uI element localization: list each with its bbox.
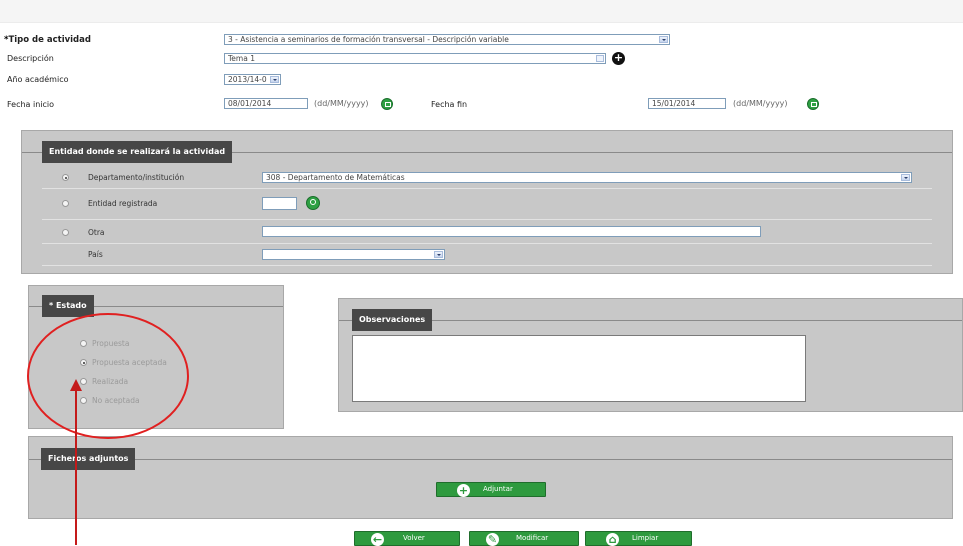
edit-icon: ✎ (486, 533, 499, 546)
tipo-actividad-text: Tipo de actividad (8, 35, 91, 45)
observaciones-legend-line (339, 320, 962, 321)
adjuntar-button[interactable]: + Adjuntar (436, 482, 546, 497)
modificar-label: Modificar (516, 534, 549, 542)
ficheros-legend: Ficheros adjuntos (41, 448, 136, 470)
calendar-icon[interactable] (807, 98, 819, 110)
entidad-registrada-label: Entidad registrada (88, 199, 158, 208)
otra-label: Otra (88, 228, 105, 237)
tipo-actividad-value: 3 - Asistencia a seminarios de formación… (228, 35, 509, 44)
chevron-down-icon (270, 76, 279, 83)
fecha-inicio-format-hint: (dd/MM/yyyy) (314, 99, 369, 108)
observaciones-legend: Observaciones (352, 309, 433, 331)
departamento-select[interactable]: 308 - Departamento de Matemáticas (262, 172, 912, 183)
fecha-inicio-value: 08/01/2014 (228, 99, 272, 108)
annotation-circle (27, 313, 189, 439)
radio-entidad-registrada[interactable] (62, 200, 69, 207)
top-bar (0, 0, 963, 23)
clear-icon: ⌂ (606, 533, 619, 546)
add-icon: + (457, 484, 470, 497)
search-icon[interactable] (306, 196, 320, 210)
fecha-fin-input[interactable]: 15/01/2014 (648, 98, 726, 109)
fecha-fin-format-hint: (dd/MM/yyyy) (733, 99, 788, 108)
volver-label: Volver (403, 534, 425, 542)
calendar-icon[interactable] (381, 98, 393, 110)
fecha-fin-value: 15/01/2014 (652, 99, 696, 108)
pais-select[interactable] (262, 249, 445, 260)
radio-otra[interactable] (62, 229, 69, 236)
tipo-actividad-label: *Tipo de actividad (4, 35, 91, 45)
row-separator (42, 243, 932, 244)
row-separator (42, 265, 932, 266)
back-icon: ← (371, 533, 384, 546)
otra-input[interactable] (262, 226, 761, 237)
descripcion-field[interactable]: Tema 1 (224, 53, 606, 64)
pais-label: País (88, 250, 103, 259)
modificar-button[interactable]: ✎ Modificar (469, 531, 579, 546)
annotation-arrow-head (70, 379, 82, 391)
row-separator (42, 188, 932, 189)
adjuntar-label: Adjuntar (483, 485, 513, 493)
chevron-down-icon (434, 251, 443, 258)
fecha-fin-label: Fecha fin (431, 100, 468, 109)
ficheros-fieldset (28, 436, 953, 519)
spinner-icon (596, 55, 604, 62)
anio-academico-label: Año académico (7, 75, 69, 84)
limpiar-label: Limpiar (632, 534, 659, 542)
entidad-legend: Entidad donde se realizará la actividad (42, 141, 233, 163)
descripcion-label: Descripción (7, 54, 54, 63)
fecha-inicio-input[interactable]: 08/01/2014 (224, 98, 308, 109)
entidad-registrada-input[interactable] (262, 197, 297, 210)
departamento-value: 308 - Departamento de Matemáticas (266, 173, 405, 182)
departamento-label: Departamento/institución (88, 173, 185, 182)
chevron-down-icon (659, 36, 668, 43)
estado-legend: * Estado (42, 295, 94, 317)
ficheros-legend-line (29, 459, 952, 460)
volver-button[interactable]: ← Volver (354, 531, 460, 546)
observaciones-textarea[interactable] (352, 335, 806, 402)
fecha-inicio-label: Fecha inicio (7, 100, 55, 109)
chevron-down-icon (901, 174, 910, 181)
annotation-arrow (75, 388, 77, 545)
limpiar-button[interactable]: ⌂ Limpiar (585, 531, 692, 546)
anio-academico-value: 2013/14-0 (228, 75, 267, 84)
plus-icon[interactable]: + (612, 52, 625, 65)
anio-academico-select[interactable]: 2013/14-0 (224, 74, 281, 85)
tipo-actividad-select[interactable]: 3 - Asistencia a seminarios de formación… (224, 34, 670, 45)
row-separator (42, 219, 932, 220)
radio-departamento[interactable] (62, 174, 69, 181)
descripcion-value: Tema 1 (228, 54, 255, 63)
